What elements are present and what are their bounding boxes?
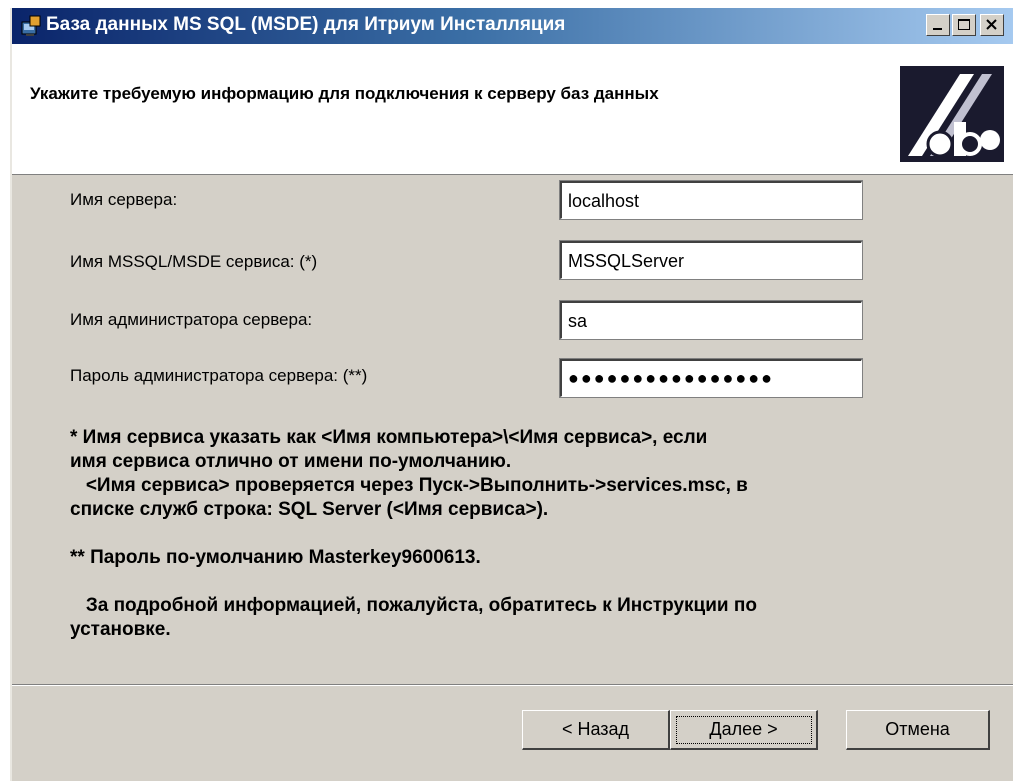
- close-button[interactable]: [980, 14, 1004, 36]
- note-service-line1: * Имя сервиса указать как <Имя компьютер…: [70, 427, 708, 448]
- maximize-icon: [958, 19, 970, 30]
- admin-password-input[interactable]: ●●●●●●●●●●●●●●●●: [559, 358, 863, 398]
- note-service-line3: <Имя сервиса> проверяется через Пуск->Вы…: [70, 475, 748, 496]
- admin-password-label: Пароль администратора сервера: (**): [70, 366, 368, 385]
- itrium-logo: [900, 66, 1004, 162]
- service-name-input[interactable]: MSSQLServer: [559, 240, 863, 280]
- header-instruction: Укажите требуемую информацию для подключ…: [30, 84, 659, 103]
- installer-icon: [20, 14, 44, 38]
- close-icon: [986, 19, 997, 30]
- cancel-button[interactable]: Отмена: [846, 710, 990, 750]
- maximize-button[interactable]: [952, 14, 976, 36]
- next-button[interactable]: Далее >: [670, 710, 818, 750]
- minimize-icon: [933, 28, 942, 30]
- admin-name-input[interactable]: sa: [559, 300, 863, 340]
- wizard-header: Укажите требуемую информацию для подключ…: [12, 44, 1013, 175]
- note-service-line2: имя сервиса отлично от имени по-умолчани…: [70, 451, 512, 472]
- note-service-line4: списке служб строка: SQL Server (<Имя се…: [70, 499, 549, 520]
- note-default-password: ** Пароль по-умолчанию Masterkey9600613.: [70, 547, 481, 568]
- minimize-button[interactable]: [926, 14, 950, 36]
- note-instructions-line2: установке.: [70, 619, 171, 640]
- separator: [12, 684, 1013, 686]
- title-bar[interactable]: База данных MS SQL (MSDE) для Итриум Инс…: [12, 8, 1013, 44]
- note-instructions-line1: За подробной информацией, пожалуйста, об…: [70, 595, 757, 616]
- service-name-label: Имя MSSQL/MSDE сервиса: (*): [70, 252, 318, 271]
- notes-block: * Имя сервиса указать как <Имя компьютер…: [70, 426, 970, 642]
- window-title: База данных MS SQL (MSDE) для Итриум Инс…: [46, 14, 566, 35]
- server-name-label: Имя сервера:: [70, 190, 178, 209]
- back-button[interactable]: < Назад: [522, 710, 670, 750]
- installer-dialog: База данных MS SQL (MSDE) для Итриум Инс…: [10, 8, 1013, 781]
- admin-name-label: Имя администратора сервера:: [70, 310, 313, 329]
- server-name-input[interactable]: localhost: [559, 180, 863, 220]
